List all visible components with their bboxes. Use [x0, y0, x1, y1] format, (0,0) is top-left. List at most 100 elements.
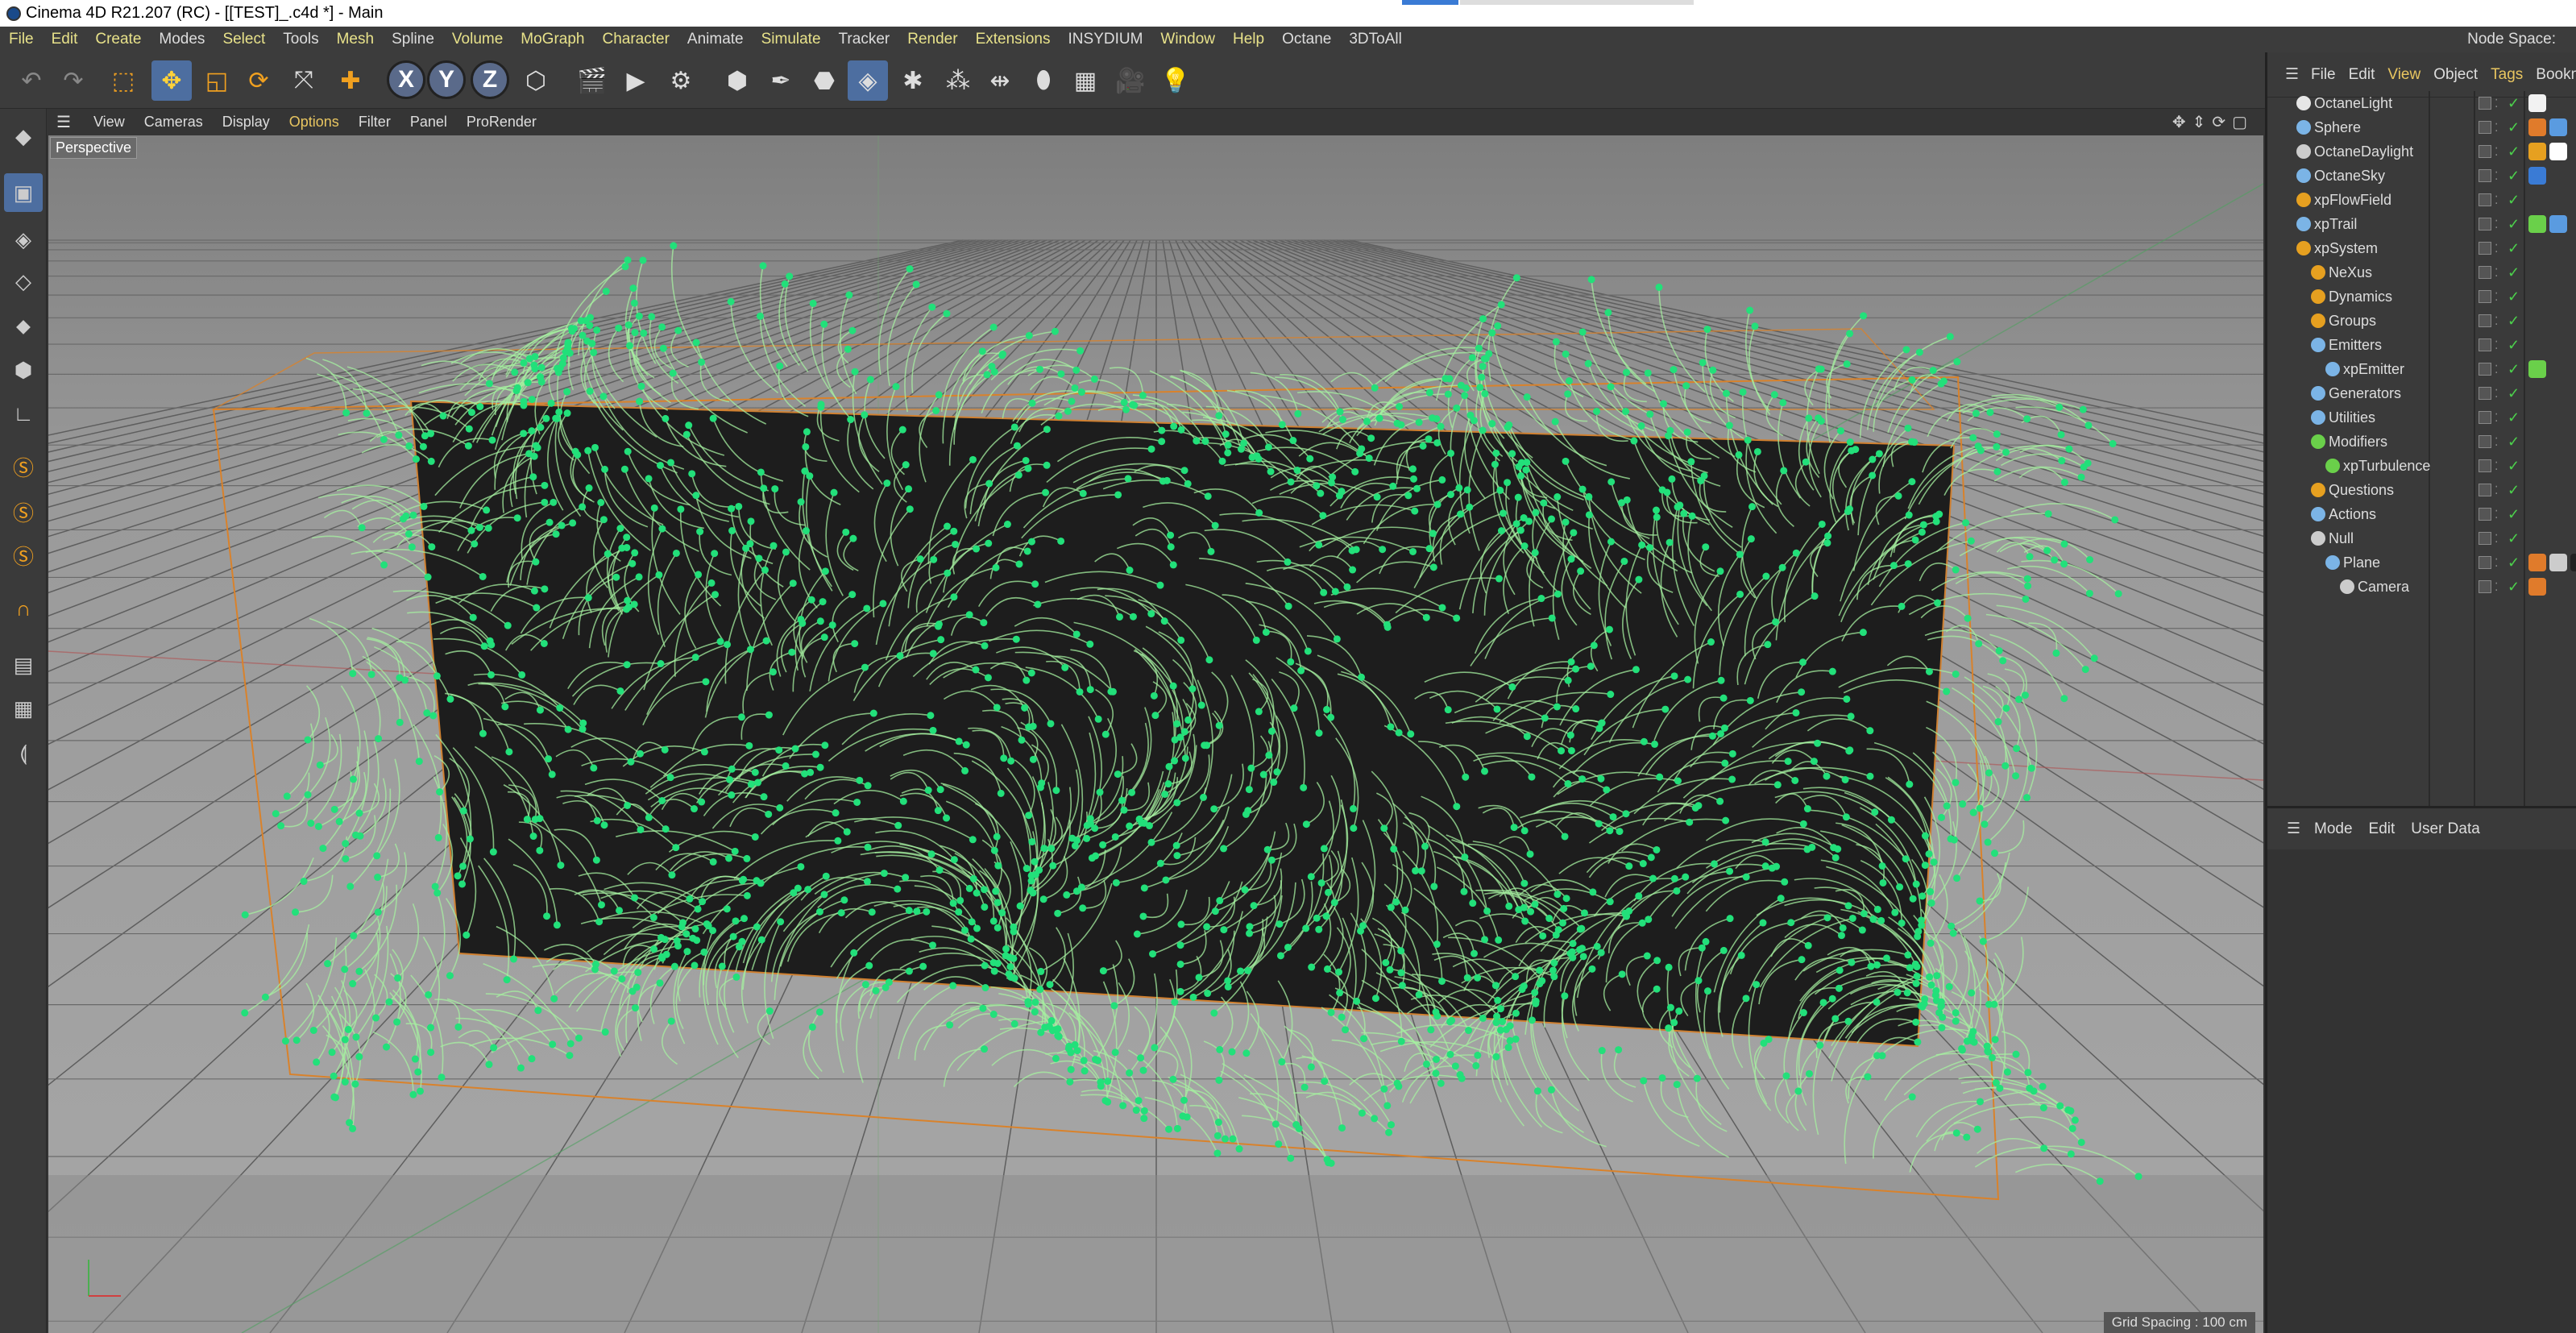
- visibility-toggle[interactable]: [2479, 290, 2491, 303]
- object-name[interactable]: Sphere: [2314, 119, 2361, 136]
- fracture-icon[interactable]: ⁂: [938, 60, 978, 101]
- menu-octane[interactable]: Octane: [1273, 31, 1340, 48]
- object-row[interactable]: OctaneLight ⁚ ✓: [2267, 91, 2576, 115]
- om-menu-edit[interactable]: Edit: [2342, 66, 2382, 84]
- menu-select[interactable]: Select: [214, 31, 274, 48]
- live-selection-icon[interactable]: ⬚: [103, 60, 143, 101]
- visibility-toggle[interactable]: [2479, 242, 2491, 255]
- render-dots[interactable]: ⁚: [2495, 484, 2499, 497]
- object-name[interactable]: Generators: [2329, 385, 2401, 402]
- menu-character[interactable]: Character: [593, 31, 678, 48]
- viewport-nav-icons[interactable]: ✥⇕⟳▢: [2172, 112, 2254, 132]
- visibility-toggle[interactable]: [2479, 363, 2491, 376]
- object-manager-menu-icon[interactable]: ☰: [2279, 65, 2299, 84]
- menu-tools[interactable]: Tools: [274, 31, 327, 48]
- render-dots[interactable]: ⁚: [2495, 459, 2499, 473]
- enabled-check-icon[interactable]: ✓: [2508, 409, 2520, 426]
- object-row[interactable]: Groups ⁚ ✓: [2267, 309, 2576, 333]
- render-dots[interactable]: ⁚: [2495, 338, 2499, 352]
- deformer-icon[interactable]: ⇹: [980, 60, 1020, 101]
- object-name[interactable]: Utilities: [2329, 409, 2375, 426]
- render-dots[interactable]: ⁚: [2495, 145, 2499, 159]
- enabled-check-icon[interactable]: ✓: [2508, 119, 2520, 136]
- enabled-check-icon[interactable]: ✓: [2508, 530, 2520, 547]
- edges-mode-icon[interactable]: ⬥: [4, 307, 43, 346]
- subdivision-icon[interactable]: ⬣: [804, 60, 844, 101]
- object-name[interactable]: xpFlowField: [2314, 192, 2391, 209]
- visibility-toggle[interactable]: [2479, 169, 2491, 182]
- object-row[interactable]: Dynamics ⁚ ✓: [2267, 284, 2576, 309]
- object-name[interactable]: Camera: [2358, 579, 2409, 596]
- render-dots[interactable]: ⁚: [2495, 193, 2499, 207]
- visibility-toggle[interactable]: [2479, 314, 2491, 327]
- polygons-mode-icon[interactable]: ⬢: [4, 351, 43, 389]
- xp-icon[interactable]: ⟬: [4, 734, 43, 773]
- render-dots[interactable]: ⁚: [2495, 314, 2499, 328]
- object-name[interactable]: OctaneSky: [2314, 168, 2385, 185]
- render-dots[interactable]: ⁚: [2495, 121, 2499, 135]
- object-tag-icon[interactable]: [2528, 215, 2546, 233]
- perspective-viewport[interactable]: Perspective Grid Spacing : 100 cm: [48, 135, 2263, 1333]
- snap-s2-icon[interactable]: Ⓢ: [4, 492, 43, 531]
- object-row[interactable]: Camera ⁚ ✓: [2267, 575, 2576, 599]
- object-name[interactable]: Groups: [2329, 313, 2376, 330]
- attribute-manager-menu-icon[interactable]: ☰: [2279, 820, 2300, 838]
- am-menu-user-data[interactable]: User Data: [2403, 820, 2488, 838]
- y-axis-icon[interactable]: Y: [427, 60, 466, 99]
- am-menu-edit[interactable]: Edit: [2361, 820, 2404, 838]
- object-name[interactable]: Null: [2329, 530, 2354, 547]
- object-row[interactable]: Actions ⁚ ✓: [2267, 502, 2576, 526]
- viewport-menu-filter[interactable]: Filter: [349, 114, 400, 130]
- object-row[interactable]: Generators ⁚ ✓: [2267, 381, 2576, 405]
- object-name[interactable]: Actions: [2329, 506, 2376, 523]
- snap-s3-icon[interactable]: Ⓢ: [4, 536, 43, 575]
- viewport-menu-cameras[interactable]: Cameras: [135, 114, 213, 130]
- enabled-check-icon[interactable]: ✓: [2508, 385, 2520, 402]
- object-tag-icon[interactable]: [2528, 578, 2546, 596]
- visibility-toggle[interactable]: [2479, 338, 2491, 351]
- render-dots[interactable]: ⁚: [2495, 290, 2499, 304]
- object-row[interactable]: xpFlowField ⁚ ✓: [2267, 188, 2576, 212]
- object-tag-icon[interactable]: [2528, 167, 2546, 185]
- object-row[interactable]: OctaneDaylight ⁚ ✓: [2267, 139, 2576, 164]
- render-dots[interactable]: ⁚: [2495, 411, 2499, 425]
- viewport-menu-panel[interactable]: Panel: [400, 114, 457, 130]
- object-row[interactable]: Questions ⁚ ✓: [2267, 478, 2576, 502]
- array-icon[interactable]: ◈: [848, 60, 888, 101]
- object-name[interactable]: Plane: [2343, 554, 2380, 571]
- scale-icon[interactable]: ◱: [197, 60, 237, 101]
- om-menu-tags[interactable]: Tags: [2484, 66, 2529, 84]
- menu-tracker[interactable]: Tracker: [830, 31, 899, 48]
- visibility-toggle[interactable]: [2479, 411, 2491, 424]
- workplane-icon[interactable]: ▤: [4, 646, 43, 684]
- om-menu-file[interactable]: File: [2304, 66, 2342, 84]
- enabled-check-icon[interactable]: ✓: [2508, 168, 2520, 185]
- render-dots[interactable]: ⁚: [2495, 363, 2499, 376]
- object-row[interactable]: xpTrail ⁚ ✓: [2267, 212, 2576, 236]
- render-dots[interactable]: ⁚: [2495, 387, 2499, 401]
- enabled-check-icon[interactable]: ✓: [2508, 313, 2520, 330]
- enabled-check-icon[interactable]: ✓: [2508, 289, 2520, 305]
- coordinate-system-icon[interactable]: ⬡: [516, 60, 556, 101]
- object-row[interactable]: Null ⁚ ✓: [2267, 526, 2576, 550]
- render-settings-icon[interactable]: ⚙: [661, 60, 701, 101]
- menu-animate[interactable]: Animate: [678, 31, 753, 48]
- object-name[interactable]: Emitters: [2329, 337, 2382, 354]
- om-menu-view[interactable]: View: [2381, 66, 2427, 84]
- render-dots[interactable]: ⁚: [2495, 580, 2499, 594]
- floor-icon[interactable]: ▦: [1065, 60, 1105, 101]
- visibility-toggle[interactable]: [2479, 580, 2491, 593]
- undo-icon[interactable]: ↶: [11, 60, 52, 101]
- object-row[interactable]: xpSystem ⁚ ✓: [2267, 236, 2576, 260]
- menu-mesh[interactable]: Mesh: [328, 31, 383, 48]
- make-editable-icon[interactable]: ◆: [4, 117, 43, 156]
- enabled-check-icon[interactable]: ✓: [2508, 216, 2520, 233]
- visibility-toggle[interactable]: [2479, 97, 2491, 110]
- object-row[interactable]: xpTurbulence ⁚ ✓: [2267, 454, 2576, 478]
- object-row[interactable]: Utilities ⁚ ✓: [2267, 405, 2576, 430]
- menu-extensions[interactable]: Extensions: [967, 31, 1060, 48]
- z-axis-icon[interactable]: Z: [471, 60, 509, 99]
- object-tag-icon[interactable]: [2549, 143, 2567, 160]
- object-name[interactable]: xpSystem: [2314, 240, 2378, 257]
- object-row[interactable]: OctaneSky ⁚ ✓: [2267, 164, 2576, 188]
